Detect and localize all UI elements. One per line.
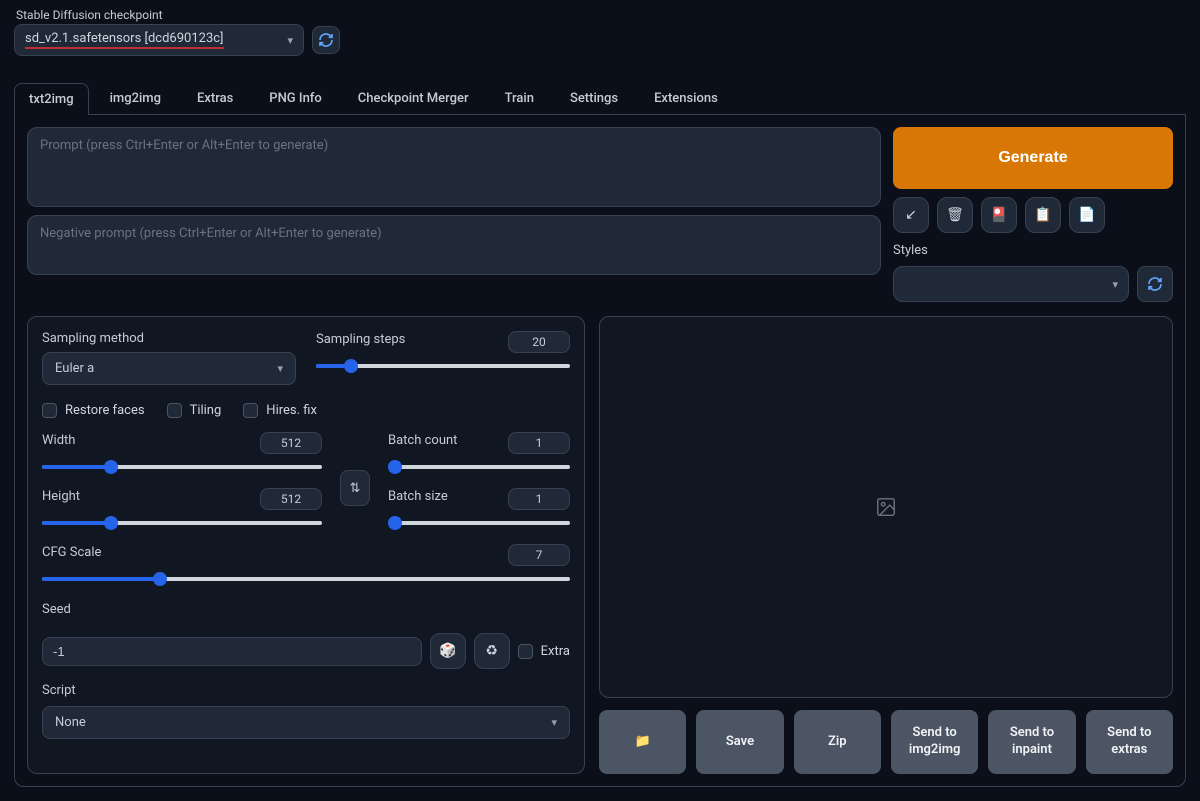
save-button[interactable]: Save [696, 710, 783, 774]
open-folder-button[interactable]: 📁 [599, 710, 686, 774]
tab-train[interactable]: Train [490, 82, 549, 114]
prompt-input[interactable]: Prompt (press Ctrl+Enter or Alt+Enter to… [27, 127, 881, 207]
chevron-down-icon: ▾ [287, 34, 293, 47]
script-label: Script [42, 683, 570, 698]
styles-select[interactable]: ▾ [893, 266, 1129, 302]
sampling-method-label: Sampling method [42, 331, 296, 346]
seed-label: Seed [42, 602, 570, 617]
tab-txt2img[interactable]: txt2img [14, 83, 89, 115]
image-placeholder-icon [875, 496, 897, 518]
tab-settings[interactable]: Settings [555, 82, 633, 114]
batch-size-label: Batch size [388, 489, 448, 504]
tab-img2img[interactable]: img2img [95, 82, 176, 114]
cfg-scale-slider[interactable] [42, 572, 570, 586]
height-label: Height [42, 489, 80, 504]
tiling-checkbox[interactable]: Tiling [167, 403, 222, 418]
checkpoint-select[interactable]: sd_v2.1.safetensors [dcd690123c] ▾ [14, 24, 304, 56]
width-label: Width [42, 433, 75, 448]
cfg-scale-label: CFG Scale [42, 545, 101, 560]
seed-input[interactable] [42, 637, 422, 666]
batch-count-label: Batch count [388, 433, 457, 448]
hires-fix-checkbox[interactable]: Hires. fix [243, 403, 317, 418]
chevron-down-icon: ▾ [551, 716, 557, 729]
batch-size-value[interactable]: 1 [508, 488, 570, 510]
send-to-inpaint-button[interactable]: Send to inpaint [988, 710, 1075, 774]
tab-extras[interactable]: Extras [182, 82, 248, 114]
chevron-down-icon: ▾ [277, 362, 283, 375]
cfg-scale-value[interactable]: 7 [508, 544, 570, 566]
refresh-styles-button[interactable] [1137, 266, 1173, 302]
tab-png-info[interactable]: PNG Info [254, 82, 337, 114]
height-value[interactable]: 512 [260, 488, 322, 510]
reuse-seed-button[interactable]: ♻ [474, 633, 510, 669]
send-to-img2img-button[interactable]: Send to img2img [891, 710, 978, 774]
sampling-steps-value[interactable]: 20 [508, 331, 570, 353]
script-select[interactable]: None ▾ [42, 706, 570, 739]
tab-extensions[interactable]: Extensions [639, 82, 733, 114]
zip-button[interactable]: Zip [794, 710, 881, 774]
styles-label: Styles [893, 243, 1173, 258]
paste-button[interactable]: 📄 [1069, 197, 1105, 233]
sampling-method-select[interactable]: Euler a ▾ [42, 352, 296, 385]
batch-count-value[interactable]: 1 [508, 432, 570, 454]
clear-prompt-button[interactable]: 🗑 [937, 197, 973, 233]
chevron-down-icon: ▾ [1112, 278, 1118, 291]
sampling-steps-label: Sampling steps [316, 332, 405, 347]
tab-checkpoint-merger[interactable]: Checkpoint Merger [343, 82, 484, 114]
interrogate-button[interactable]: ↙ [893, 197, 929, 233]
batch-size-slider[interactable] [388, 516, 570, 530]
negative-prompt-input[interactable]: Negative prompt (press Ctrl+Enter or Alt… [27, 215, 881, 275]
height-slider[interactable] [42, 516, 322, 530]
refresh-checkpoints-button[interactable] [312, 26, 340, 54]
restore-faces-checkbox[interactable]: Restore faces [42, 403, 145, 418]
width-slider[interactable] [42, 460, 322, 474]
extra-seed-checkbox[interactable]: Extra [518, 644, 570, 659]
generate-button[interactable]: Generate [893, 127, 1173, 189]
styles-preset-button[interactable]: 🎴 [981, 197, 1017, 233]
copy-button[interactable]: 📋 [1025, 197, 1061, 233]
batch-count-slider[interactable] [388, 460, 570, 474]
sampling-steps-slider[interactable] [316, 359, 570, 373]
width-value[interactable]: 512 [260, 432, 322, 454]
output-preview [599, 316, 1173, 698]
checkpoint-label: Stable Diffusion checkpoint [14, 8, 1186, 22]
swap-dimensions-button[interactable]: ⇅ [340, 470, 370, 506]
send-to-extras-button[interactable]: Send to extras [1086, 710, 1173, 774]
randomize-seed-button[interactable]: 🎲 [430, 633, 466, 669]
